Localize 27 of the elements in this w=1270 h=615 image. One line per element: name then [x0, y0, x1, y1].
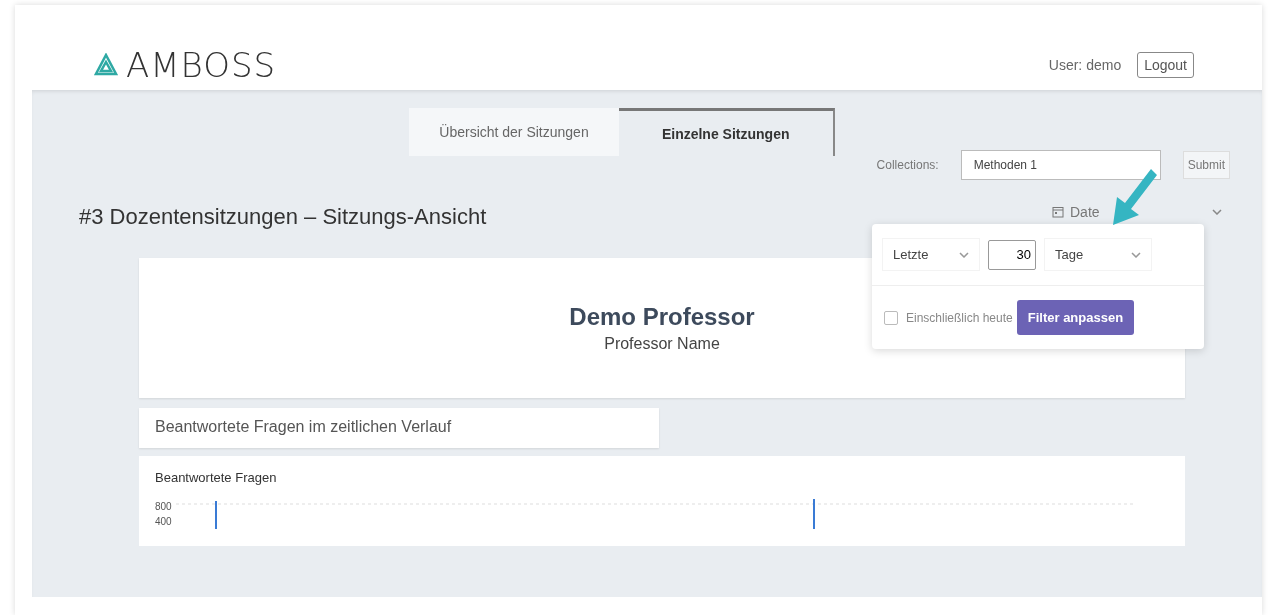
professor-name: Demo Professor — [569, 303, 755, 331]
tab[interactable]: Einzelne Sitzungen — [618, 108, 835, 156]
logout-button[interactable]: Logout — [1137, 52, 1194, 78]
submit-button[interactable]: Submit — [1182, 151, 1230, 179]
professor-subtitle: Professor Name — [604, 335, 720, 353]
chevron-down-icon — [959, 251, 969, 258]
chevron-down-icon[interactable] — [1212, 209, 1222, 215]
section-title: Beantwortete Fragen im zeitlichen Verlauf — [139, 408, 659, 448]
calendar-icon — [1052, 206, 1064, 218]
collections-label: Collections: — [876, 158, 939, 172]
y-axis-label: 800 — [155, 500, 172, 514]
checkbox[interactable] — [884, 310, 898, 325]
user-label: User: demo — [1048, 57, 1122, 73]
y-axis-label: 400 — [155, 515, 172, 529]
tab[interactable]: Übersicht der Sitzungen — [409, 108, 619, 156]
unit-dropdown[interactable]: Tage — [1044, 238, 1152, 271]
chevron-down-icon — [1131, 251, 1141, 258]
period-dropdown[interactable]: Letzte — [882, 238, 980, 271]
checkbox-label: Einschließlich heute — [906, 310, 1013, 325]
page-title: #3 Dozentensitzungen – Sitzungs-Ansicht — [79, 204, 488, 230]
chart-title: Beantwortete Fragen — [155, 470, 278, 485]
date-label: Date — [1070, 204, 1100, 220]
apply-filter-button[interactable]: Filter anpassen — [1016, 300, 1135, 335]
collection-field[interactable]: Methoden 1 — [960, 150, 1161, 180]
logo-text: AMBOSS — [126, 45, 277, 85]
amount-field[interactable]: 30 — [988, 239, 1036, 270]
logo-icon — [94, 53, 118, 77]
